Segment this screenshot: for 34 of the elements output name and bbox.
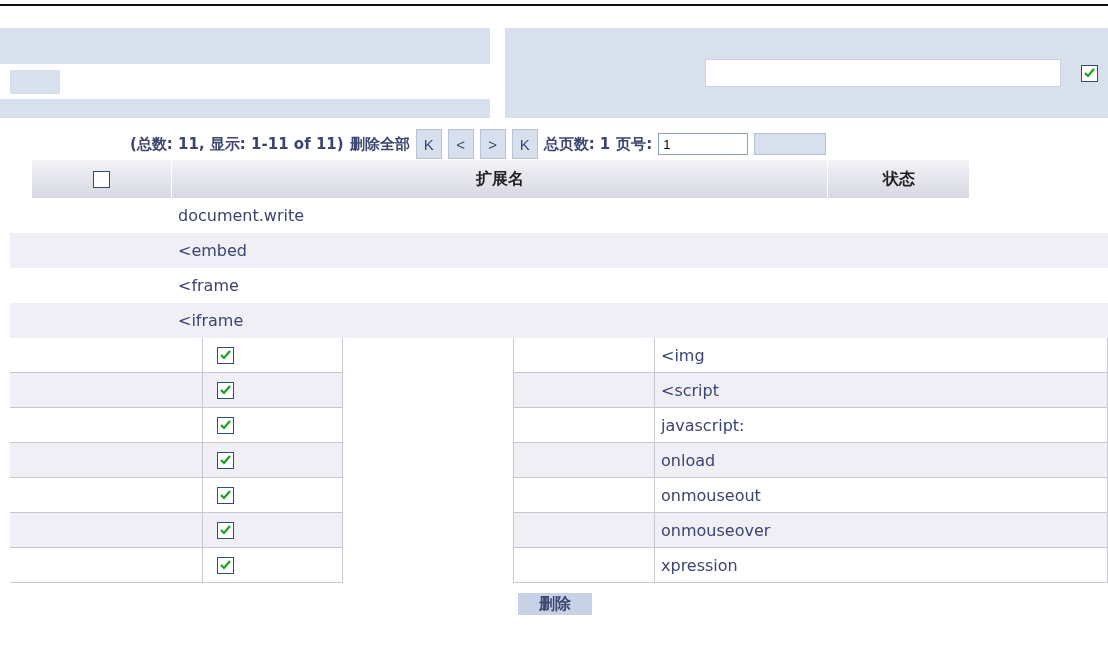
row-checkbox[interactable] [217,451,234,469]
delete-button[interactable]: 删除 [518,593,592,615]
extension-name: onmouseover [660,520,771,540]
page-nav-button[interactable]: > [479,129,506,159]
extension-name: <script [660,380,719,400]
label-block [10,69,60,94]
page-nav-button[interactable]: K [511,129,538,159]
input-field[interactable] [705,59,1061,87]
page-input[interactable]: 1 [658,133,749,155]
record-summary: (总数: 11, 显示: 1-11 of 11) [130,134,344,154]
page-nav-button[interactable]: < [447,129,474,159]
row-checkbox[interactable] [217,381,234,399]
extension-name: <frame [178,276,239,295]
select-all-checkbox[interactable] [93,170,110,188]
row-checkbox[interactable] [217,486,234,504]
column-header: 状态 [828,160,970,198]
page-nav-button[interactable]: K [415,129,442,159]
page-label: 页号: [616,134,653,154]
column-header: 扩展名 [172,160,828,198]
total-pages: 总页数: 1 [543,134,611,154]
delete-all-link[interactable]: 删除全部 [349,134,410,154]
extension-name: <img [660,345,705,365]
row-checkbox[interactable] [217,416,234,434]
extension-name: document.write [178,206,305,225]
extension-name: onload [660,450,716,470]
extension-name: xpression [660,555,738,575]
extension-name: javascript: [659,415,745,435]
extension-name: <iframe [178,311,244,330]
checkbox[interactable] [1081,64,1098,82]
row-checkbox[interactable] [217,346,234,364]
row-checkbox[interactable] [217,521,234,539]
extension-name: onmouseout [660,485,761,505]
row-checkbox[interactable] [217,556,234,574]
extension-name: <embed [178,241,247,260]
